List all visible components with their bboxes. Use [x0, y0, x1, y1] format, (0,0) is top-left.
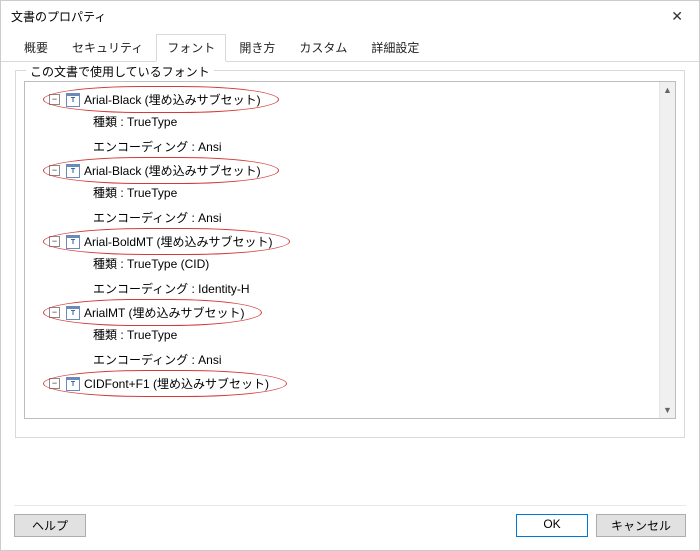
font-type-label: 種類 : TrueType — [93, 322, 671, 347]
fonts-groupbox: この文書で使用しているフォント −TArial-Black (埋め込みサブセット… — [15, 70, 685, 438]
font-row[interactable]: −T ArialMT (埋め込みサブセット) — [47, 303, 256, 322]
tab-3[interactable]: 開き方 — [228, 34, 286, 62]
font-encoding-label: エンコーディング : Ansi — [93, 134, 671, 159]
truetype-icon: T — [66, 306, 80, 320]
tab-1[interactable]: セキュリティ — [61, 34, 154, 62]
font-name-label: CIDFont+F1 (埋め込みサブセット) — [84, 375, 269, 392]
tab-5[interactable]: 詳細設定 — [360, 34, 430, 62]
font-node: −T Arial-Black (埋め込みサブセット)種類 : TrueTypeエン… — [47, 161, 671, 230]
font-details: 種類 : TrueTypeエンコーディング : Ansi — [93, 109, 671, 159]
font-type-label: 種類 : TrueType (CID) — [93, 251, 671, 276]
tab-0[interactable]: 概要 — [13, 34, 59, 62]
font-name-label: Arial-BoldMT (埋め込みサブセット) — [84, 233, 272, 250]
truetype-icon: T — [66, 235, 80, 249]
truetype-icon: T — [66, 377, 80, 391]
font-name-label: Arial-Black (埋め込みサブセット) — [84, 91, 261, 108]
ok-button[interactable]: OK — [516, 514, 588, 537]
font-node: −T ArialMT (埋め込みサブセット)種類 : TrueTypeエンコーディ… — [47, 303, 671, 372]
font-encoding-label: エンコーディング : Identity-H — [93, 276, 671, 301]
font-details: 種類 : TrueTypeエンコーディング : Ansi — [93, 180, 671, 230]
expand-collapse-icon[interactable]: − — [49, 236, 60, 247]
expand-collapse-icon[interactable]: − — [49, 307, 60, 318]
font-encoding-label: エンコーディング : Ansi — [93, 347, 671, 372]
font-row[interactable]: −T CIDFont+F1 (埋め込みサブセット) — [47, 374, 281, 393]
font-node: −T Arial-BoldMT (埋め込みサブセット)種類 : TrueType … — [47, 232, 671, 301]
vertical-scrollbar[interactable]: ▲ ▼ — [659, 82, 675, 418]
help-button[interactable]: ヘルプ — [14, 514, 86, 537]
font-node: −T CIDFont+F1 (埋め込みサブセット) — [47, 374, 671, 393]
expand-collapse-icon[interactable]: − — [49, 94, 60, 105]
font-list-scroll: −TArial-Black (埋め込みサブセット)種類 : TrueTypeエン… — [24, 81, 676, 419]
tab-2[interactable]: フォント — [156, 34, 226, 62]
groupbox-label: この文書で使用しているフォント — [26, 63, 214, 80]
expand-collapse-icon[interactable]: − — [49, 378, 60, 389]
truetype-icon: T — [66, 93, 80, 107]
font-details: 種類 : TrueType (CID)エンコーディング : Identity-H — [93, 251, 671, 301]
font-name-label: Arial-Black (埋め込みサブセット) — [84, 162, 261, 179]
dialog-button-row: ヘルプ OK キャンセル — [14, 505, 686, 537]
font-type-label: 種類 : TrueType — [93, 109, 671, 134]
cancel-button[interactable]: キャンセル — [596, 514, 686, 537]
close-icon[interactable]: ✕ — [665, 8, 689, 25]
font-type-label: 種類 : TrueType — [93, 180, 671, 205]
tab-content: この文書で使用しているフォント −TArial-Black (埋め込みサブセット… — [1, 62, 699, 438]
font-details: 種類 : TrueTypeエンコーディング : Ansi — [93, 322, 671, 372]
scroll-down-icon[interactable]: ▼ — [660, 402, 675, 418]
font-row[interactable]: −T Arial-BoldMT (埋め込みサブセット) — [47, 232, 284, 251]
expand-collapse-icon[interactable]: − — [49, 165, 60, 176]
tab-strip: 概要セキュリティフォント開き方カスタム詳細設定 — [1, 33, 699, 62]
truetype-icon: T — [66, 164, 80, 178]
tab-4[interactable]: カスタム — [288, 34, 358, 62]
font-row[interactable]: −T Arial-Black (埋め込みサブセット) — [47, 161, 273, 180]
font-name-label: ArialMT (埋め込みサブセット) — [84, 304, 244, 321]
titlebar: 文書のプロパティ ✕ — [1, 1, 699, 31]
font-node: −T Arial-Black (埋め込みサブセット)種類 : TrueTypeエン… — [47, 90, 671, 159]
scroll-up-icon[interactable]: ▲ — [660, 82, 675, 98]
window-title: 文書のプロパティ — [11, 8, 106, 25]
font-row[interactable]: −T Arial-Black (埋め込みサブセット) — [47, 90, 273, 109]
font-tree: −TArial-Black (埋め込みサブセット)種類 : TrueTypeエン… — [25, 82, 675, 403]
font-encoding-label: エンコーディング : Ansi — [93, 205, 671, 230]
